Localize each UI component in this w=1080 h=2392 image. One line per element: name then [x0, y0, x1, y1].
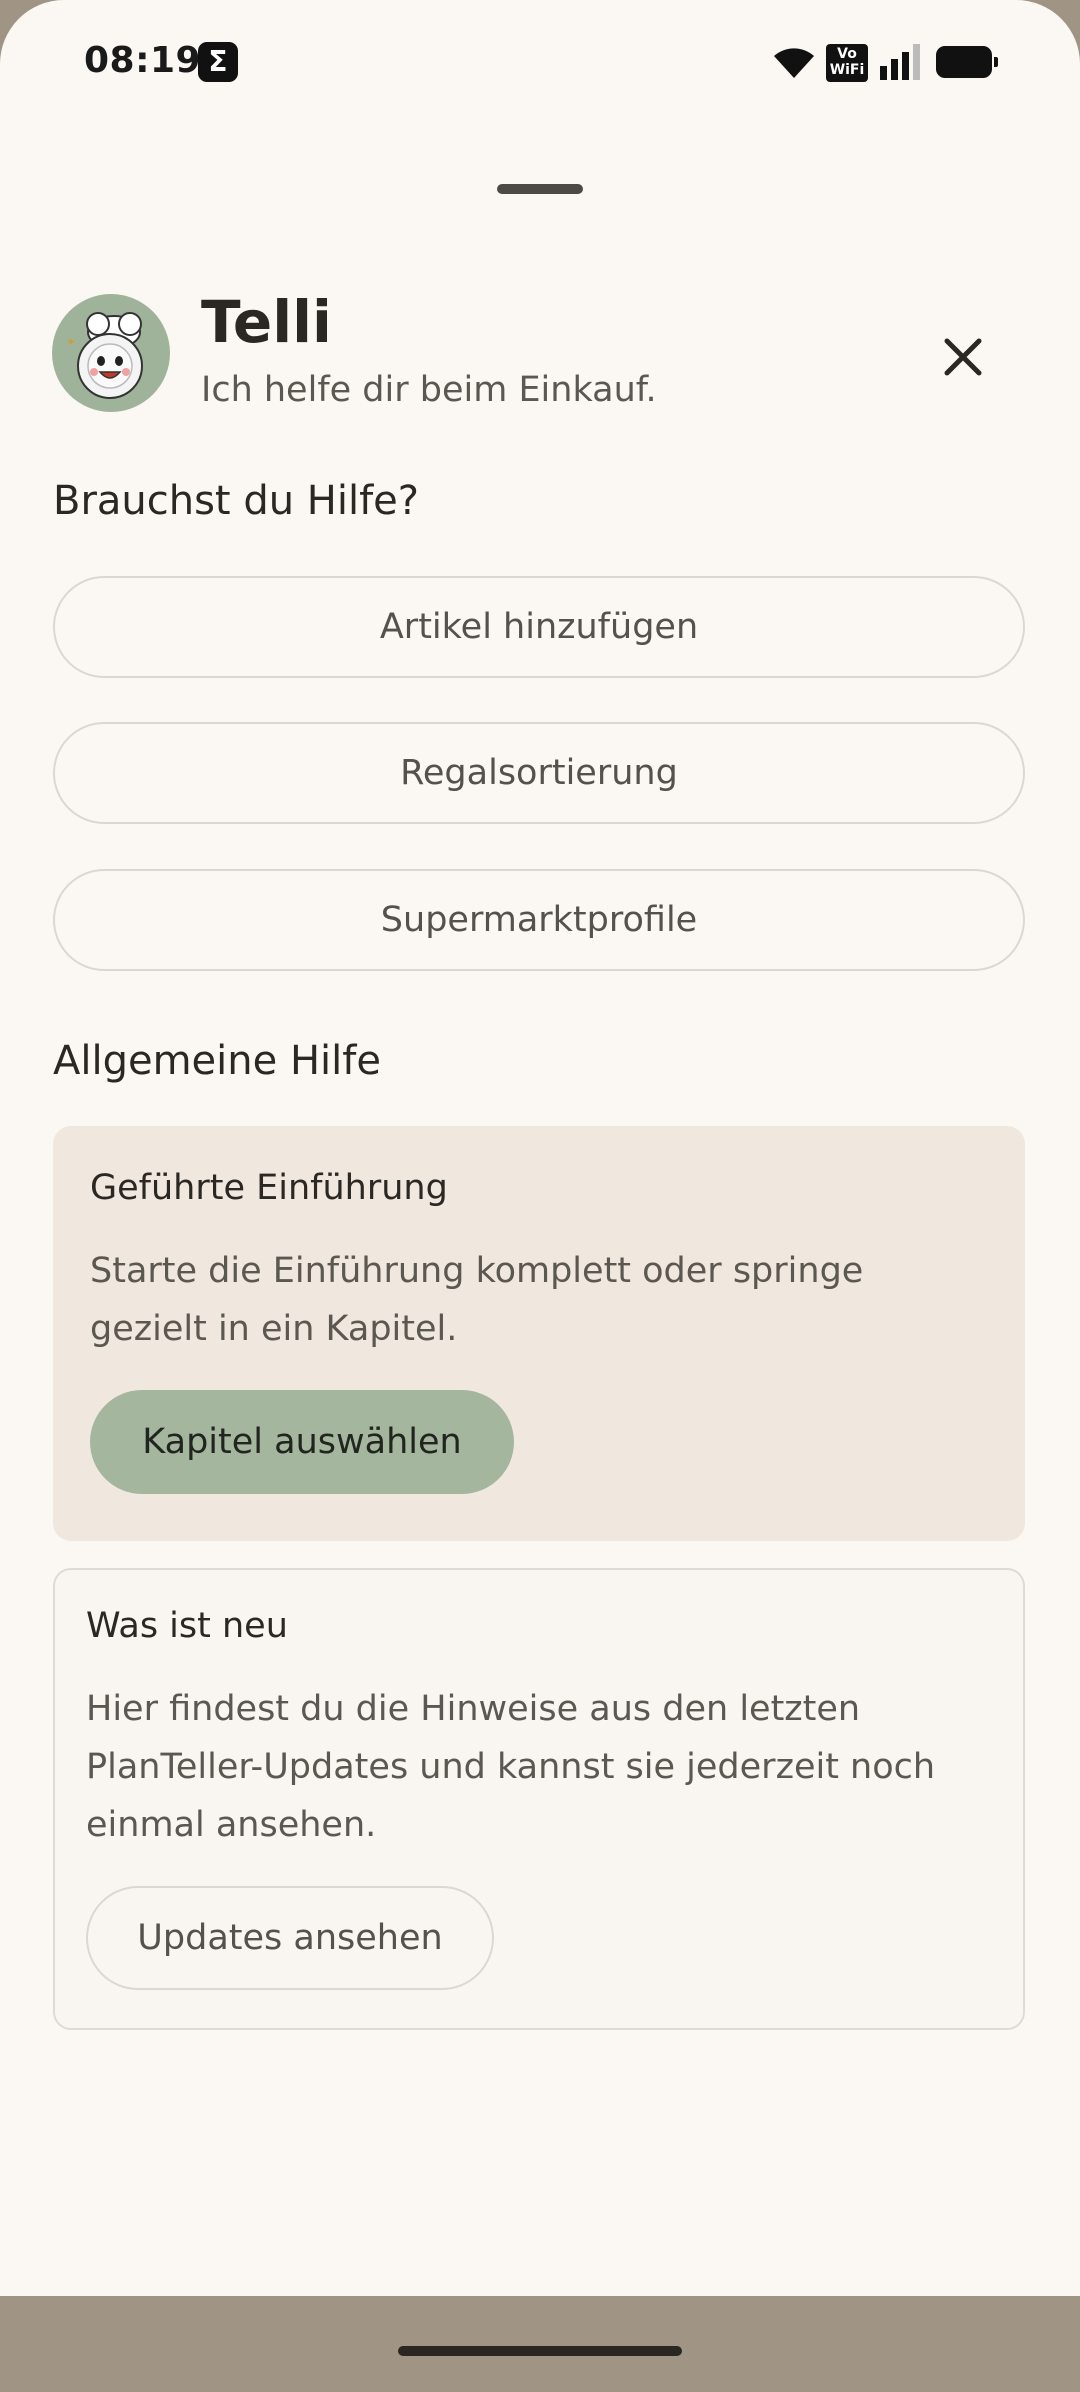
vowifi-icon: Vo WiFi: [826, 44, 868, 82]
drag-handle[interactable]: [497, 184, 583, 194]
help-section-title: Brauchst du Hilfe?: [53, 478, 420, 524]
view-updates-button[interactable]: Updates ansehen: [86, 1886, 494, 1990]
general-help-title: Allgemeine Hilfe: [53, 1038, 381, 1084]
whats-new-text: Hier findest du die Hinweise aus den let…: [86, 1689, 936, 1845]
assistant-name: Telli: [201, 288, 332, 356]
whats-new-title: Was ist neu: [86, 1606, 288, 1646]
status-time: 08:19: [84, 40, 202, 81]
assistant-tagline: Ich helfe dir beim Einkauf.: [201, 370, 657, 410]
add-item-help-button[interactable]: Artikel hinzufügen: [53, 576, 1025, 678]
help-bottom-sheet: 08:19 Σ Vo WiFi ✦ Telli Ich helfe dir be…: [0, 0, 1080, 2296]
status-bar: 08:19 Σ Vo WiFi: [0, 0, 1080, 120]
guided-intro-text: Starte die Einführung komplett oder spri…: [90, 1251, 864, 1349]
whats-new-card: Was ist neu Hier findest du die Hinweise…: [53, 1568, 1025, 2030]
shelf-sorting-help-button[interactable]: Regalsortierung: [53, 722, 1025, 824]
battery-icon: [936, 46, 998, 78]
close-icon[interactable]: [932, 326, 994, 388]
sigma-icon: Σ: [198, 42, 238, 82]
select-chapter-button[interactable]: Kapitel auswählen: [90, 1390, 514, 1494]
supermarket-profiles-help-button[interactable]: Supermarktprofile: [53, 869, 1025, 971]
svg-text:✦: ✦: [66, 335, 76, 349]
guided-intro-card: Geführte Einführung Starte die Einführun…: [53, 1126, 1025, 1541]
wifi-icon: [774, 48, 814, 78]
home-indicator[interactable]: [398, 2346, 682, 2356]
signal-icon: [880, 44, 920, 80]
chef-mascot-icon: ✦: [52, 294, 170, 412]
guided-intro-title: Geführte Einführung: [90, 1168, 448, 1208]
